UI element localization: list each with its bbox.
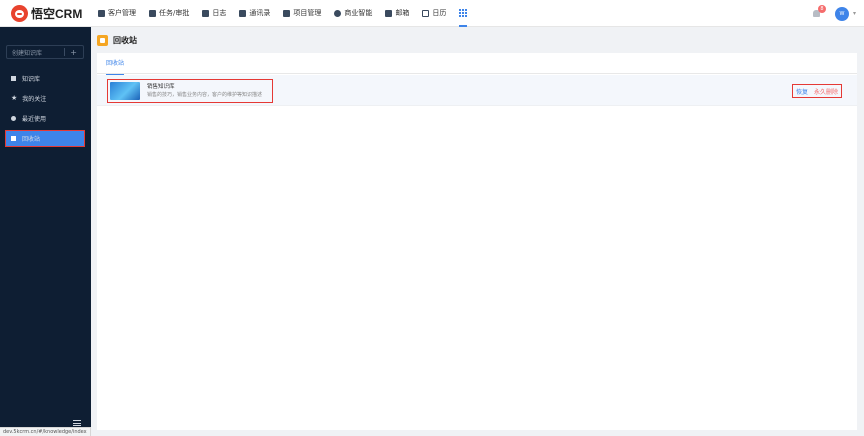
sidebar: 创建知识库 + 知识库 ★ 我的关注 最近使用 回收站 (0, 27, 91, 436)
customer-icon (98, 9, 105, 17)
tab-bar: 回收站 (97, 53, 857, 75)
logo[interactable]: 悟空CRM (0, 0, 92, 27)
avatar[interactable]: W (834, 6, 849, 21)
nav-label: 客户管理 (108, 9, 136, 17)
task-icon (149, 9, 156, 17)
knowledge-base-thumbnail (110, 82, 140, 100)
sidebar-item-label: 回收站 (22, 136, 41, 143)
nav-more-apps[interactable] (459, 0, 468, 27)
list-item[interactable]: 销售知识库 销售的技巧，销售业务内容，客户的维护等知识描述 恢复 永久删除 (97, 75, 857, 106)
mail-icon (385, 9, 393, 17)
sidebar-item-label: 最近使用 (22, 116, 47, 123)
book-icon (11, 76, 16, 81)
clock-icon (11, 116, 16, 121)
contacts-icon (239, 9, 247, 17)
content-card: 回收站 销售知识库 销售的技巧，销售业务内容，客户的维护等知识描述 恢复 永久删… (97, 53, 857, 430)
page-header: 回收站 (91, 27, 864, 53)
nav-label: 商业智能 (344, 9, 373, 17)
notification-bell-icon[interactable]: 8 (812, 5, 826, 18)
recycle-bin-icon (97, 34, 108, 46)
nav-label: 日历 (432, 9, 447, 17)
permanent-delete-button[interactable]: 永久删除 (814, 87, 838, 96)
knowledge-base-info[interactable]: 销售知识库 销售的技巧，销售业务内容，客户的维护等知识描述 (107, 79, 273, 103)
sidebar-item-recycle-bin[interactable]: 回收站 (5, 130, 85, 147)
page-title: 回收站 (113, 35, 137, 45)
plus-icon[interactable]: + (64, 48, 77, 57)
sidebar-item-label: 知识库 (22, 76, 41, 83)
nav-label: 任务/审批 (159, 9, 190, 17)
sidebar-item-recent[interactable]: 最近使用 (6, 111, 84, 126)
nav-mail[interactable]: 邮箱 (385, 0, 409, 27)
row-actions: 恢复 永久删除 (791, 84, 842, 98)
star-icon: ★ (11, 94, 18, 102)
top-navbar: 悟空CRM 客户管理 任务/审批 日志 通讯录 项目管理 商业智能 邮箱 日历 … (0, 0, 864, 27)
sidebar-item-knowledge-base[interactable]: 知识库 (6, 71, 84, 86)
tab-recycle-bin[interactable]: 回收站 (106, 53, 125, 75)
trash-icon (11, 136, 16, 141)
logo-text: 悟空CRM (31, 6, 83, 21)
sidebar-item-my-follows[interactable]: ★ 我的关注 (6, 91, 84, 106)
create-button-label: 创建知识库 (12, 49, 43, 57)
nav-contacts[interactable]: 通讯录 (239, 0, 270, 27)
create-knowledge-base-button[interactable]: 创建知识库 + (6, 45, 84, 59)
logo-icon (11, 4, 28, 22)
bi-icon (334, 9, 342, 17)
knowledge-base-title: 销售知识库 (147, 84, 175, 90)
status-url: dev.5kcrm.cn/#/knowledge/index (0, 427, 91, 436)
project-icon (283, 9, 291, 17)
nav-tasks[interactable]: 任务/审批 (149, 0, 189, 27)
nav-label: 日志 (212, 9, 227, 17)
sidebar-menu: 知识库 ★ 我的关注 最近使用 回收站 (5, 71, 85, 151)
notification-badge: 8 (817, 5, 826, 13)
nav-calendar[interactable]: 日历 (422, 0, 446, 27)
restore-button[interactable]: 恢复 (796, 87, 808, 96)
nav-label: 通讯录 (249, 9, 271, 17)
nav-bi[interactable]: 商业智能 (334, 0, 372, 27)
collapse-sidebar-icon[interactable] (73, 420, 81, 426)
calendar-icon (422, 9, 430, 17)
log-icon (202, 9, 210, 17)
nav-projects[interactable]: 项目管理 (283, 0, 321, 27)
nav-label: 项目管理 (293, 9, 322, 17)
knowledge-base-description: 销售的技巧，销售业务内容，客户的维护等知识描述 (147, 92, 263, 98)
main-menu: 客户管理 任务/审批 日志 通讯录 项目管理 商业智能 邮箱 日历 (98, 0, 480, 27)
sidebar-item-label: 我的关注 (22, 96, 47, 103)
chevron-down-icon[interactable]: ▾ (853, 10, 856, 17)
nav-log[interactable]: 日志 (202, 0, 226, 27)
user-area: 8 W ▾ (812, 0, 856, 27)
row-text: 销售知识库 销售的技巧，销售业务内容，客户的维护等知识描述 (147, 83, 262, 99)
nav-label: 邮箱 (395, 9, 410, 17)
nav-customer[interactable]: 客户管理 (98, 0, 136, 27)
apps-grid-icon (459, 9, 468, 17)
